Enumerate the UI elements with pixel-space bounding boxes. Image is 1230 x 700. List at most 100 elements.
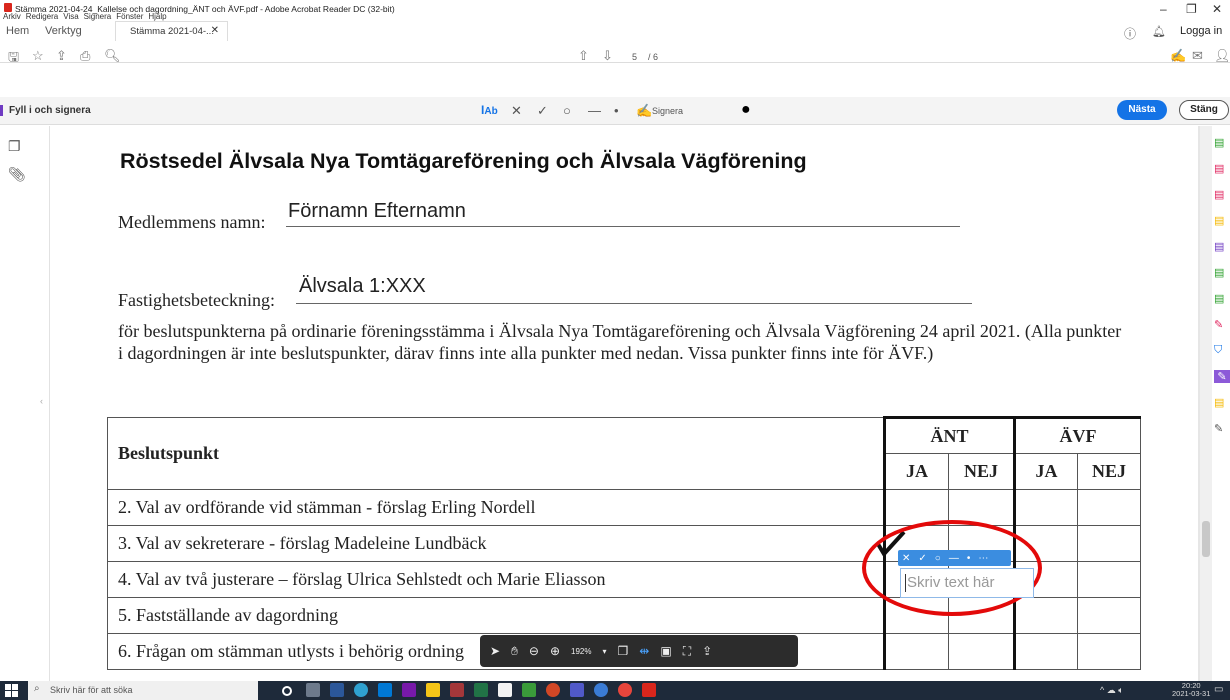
pages-icon[interactable]: ❐: [8, 138, 21, 155]
protect-icon[interactable]: ⛉: [1214, 344, 1222, 357]
bell-icon[interactable]: 🔔︎: [1152, 25, 1166, 38]
cell-avf-nej[interactable]: [1077, 561, 1141, 598]
cortana-icon[interactable]: [282, 686, 292, 696]
edit-pdf-icon[interactable]: ▤: [1214, 188, 1224, 201]
bookmark-star-icon[interactable]: ☆: [32, 48, 44, 64]
login-link[interactable]: Logga in: [1180, 25, 1222, 37]
zoom-icon[interactable]: 🔍︎: [104, 48, 121, 64]
menu-fonster[interactable]: Fönster: [116, 12, 143, 21]
scrollbar-thumb[interactable]: [1202, 521, 1210, 557]
user-icon[interactable]: 👤︎: [1214, 48, 1230, 64]
check-tool-icon[interactable]: ✓: [537, 103, 548, 119]
notification-icon[interactable]: ▭: [1214, 684, 1223, 695]
app-icon[interactable]: [522, 683, 536, 697]
organize-icon[interactable]: ▤: [1214, 266, 1224, 279]
system-tray-icons[interactable]: ^ ☁ 🔈︎: [1100, 685, 1124, 696]
page-copy-icon[interactable]: ❐: [618, 644, 629, 658]
onenote-icon[interactable]: [402, 683, 416, 697]
menu-visa[interactable]: Visa: [63, 12, 78, 21]
fill-sign-icon[interactable]: ✍: [1170, 48, 1186, 64]
check-tool-icon[interactable]: ✓: [918, 553, 926, 564]
cell-avf-ja[interactable]: [1014, 633, 1078, 670]
cross-tool-icon[interactable]: ✕: [511, 103, 522, 119]
fullscreen-icon[interactable]: ⛶: [683, 644, 691, 659]
collapse-arrow-icon[interactable]: ‹: [40, 396, 43, 406]
fit-page-icon[interactable]: ▣: [660, 644, 671, 658]
create-pdf-icon[interactable]: ▤: [1214, 162, 1224, 175]
page-up-icon[interactable]: ⇧: [578, 48, 589, 64]
edge-icon[interactable]: [354, 683, 368, 697]
next-button[interactable]: Nästa: [1117, 100, 1167, 120]
menu-redigera[interactable]: Redigera: [26, 12, 58, 21]
vertical-scrollbar[interactable]: [1200, 126, 1212, 681]
tab-tools[interactable]: Verktyg: [45, 25, 82, 37]
comment-icon[interactable]: ▤: [1214, 214, 1224, 227]
task-view-icon[interactable]: [306, 683, 320, 697]
fill-sign-panel-icon[interactable]: ✎: [1214, 370, 1230, 383]
menu-arkiv[interactable]: Arkiv: [3, 12, 21, 21]
text-tool-icon[interactable]: IAb: [481, 103, 498, 117]
save-icon[interactable]: 🖫: [8, 48, 19, 70]
minimize-icon[interactable]: –: [1160, 2, 1167, 16]
outlook-icon[interactable]: [378, 683, 392, 697]
windows-start-icon[interactable]: [5, 684, 18, 697]
property-field[interactable]: Älvsala 1:XXX: [299, 275, 426, 298]
menu-signera[interactable]: Signera: [84, 12, 112, 21]
zoom-level[interactable]: 192%: [571, 647, 591, 656]
chrome-icon[interactable]: [618, 683, 632, 697]
zoom-out-icon[interactable]: ⊖: [529, 644, 539, 658]
cell-avf-nej[interactable]: [1077, 633, 1141, 670]
select-cursor-icon[interactable]: ➤: [490, 644, 500, 658]
close-tab-icon[interactable]: ✕: [211, 25, 219, 36]
powerpoint-icon[interactable]: [546, 683, 560, 697]
redact-icon[interactable]: ✎: [1214, 318, 1223, 331]
member-name-field[interactable]: Förnamn Efternamn: [288, 200, 466, 223]
compress-icon[interactable]: ▤: [1214, 292, 1224, 305]
word-icon[interactable]: [330, 683, 344, 697]
store-icon[interactable]: [498, 683, 512, 697]
tab-home[interactable]: Hem: [6, 25, 29, 37]
attachment-icon[interactable]: 📎︎: [8, 166, 26, 183]
taskbar-search[interactable]: ⌕ Skriv här för att söka: [28, 681, 258, 700]
share-icon[interactable]: ⇪: [56, 48, 67, 64]
sign-button[interactable]: Signera: [652, 106, 683, 116]
cross-tool-icon[interactable]: ✕: [902, 553, 910, 564]
send-icon[interactable]: ▤: [1214, 396, 1224, 409]
text-annotation-input[interactable]: Skriv text här: [900, 568, 1034, 598]
access-icon[interactable]: [450, 683, 464, 697]
teams-icon[interactable]: [570, 683, 584, 697]
print-icon[interactable]: ⎙: [80, 48, 90, 64]
acrobat-taskbar-icon[interactable]: [642, 683, 656, 697]
hand-icon[interactable]: ✋︎: [511, 644, 518, 659]
export-icon[interactable]: ⇪: [702, 644, 712, 658]
close-button[interactable]: Stäng: [1179, 100, 1229, 120]
cell-avf-ja[interactable]: [1014, 597, 1078, 634]
fit-width-icon[interactable]: ⇹: [639, 644, 649, 658]
help-icon[interactable]: ⓘ: [1124, 25, 1136, 42]
menu-hjalp[interactable]: Hjälp: [148, 12, 166, 21]
cell-avf-nej[interactable]: [1077, 597, 1141, 634]
line-tool-icon[interactable]: —: [949, 553, 959, 564]
page-current[interactable]: 5: [632, 52, 637, 62]
circle-tool-icon[interactable]: ○: [563, 103, 571, 118]
cell-ant-ja[interactable]: [883, 633, 949, 670]
combine-icon[interactable]: ▤: [1214, 240, 1224, 253]
zoom-dropdown-icon[interactable]: ▾: [603, 647, 607, 656]
circle-tool-icon[interactable]: ○: [935, 553, 941, 564]
explorer-icon[interactable]: [426, 683, 440, 697]
annotation-mini-toolbar[interactable]: ✕ ✓ ○ — • ⋯: [898, 550, 1011, 566]
maximize-icon[interactable]: ❐: [1186, 2, 1197, 16]
mail-icon[interactable]: ✉: [1192, 48, 1203, 64]
color-picker-icon[interactable]: ●: [741, 101, 751, 119]
page-down-icon[interactable]: ⇩: [602, 48, 613, 64]
dot-tool-icon[interactable]: •: [614, 103, 619, 118]
close-window-icon[interactable]: ✕: [1212, 2, 1222, 16]
cell-avf-ja[interactable]: [1014, 489, 1078, 526]
dot-tool-icon[interactable]: •: [967, 553, 971, 564]
teamviewer-icon[interactable]: [594, 683, 608, 697]
zoom-in-icon[interactable]: ⊕: [550, 644, 560, 658]
line-tool-icon[interactable]: —: [588, 103, 601, 118]
taskbar-clock[interactable]: 20:20 2021-03-31: [1172, 682, 1210, 698]
cell-avf-nej[interactable]: [1077, 525, 1141, 562]
tab-document[interactable]: Stämma 2021-04-... ✕: [115, 21, 228, 41]
